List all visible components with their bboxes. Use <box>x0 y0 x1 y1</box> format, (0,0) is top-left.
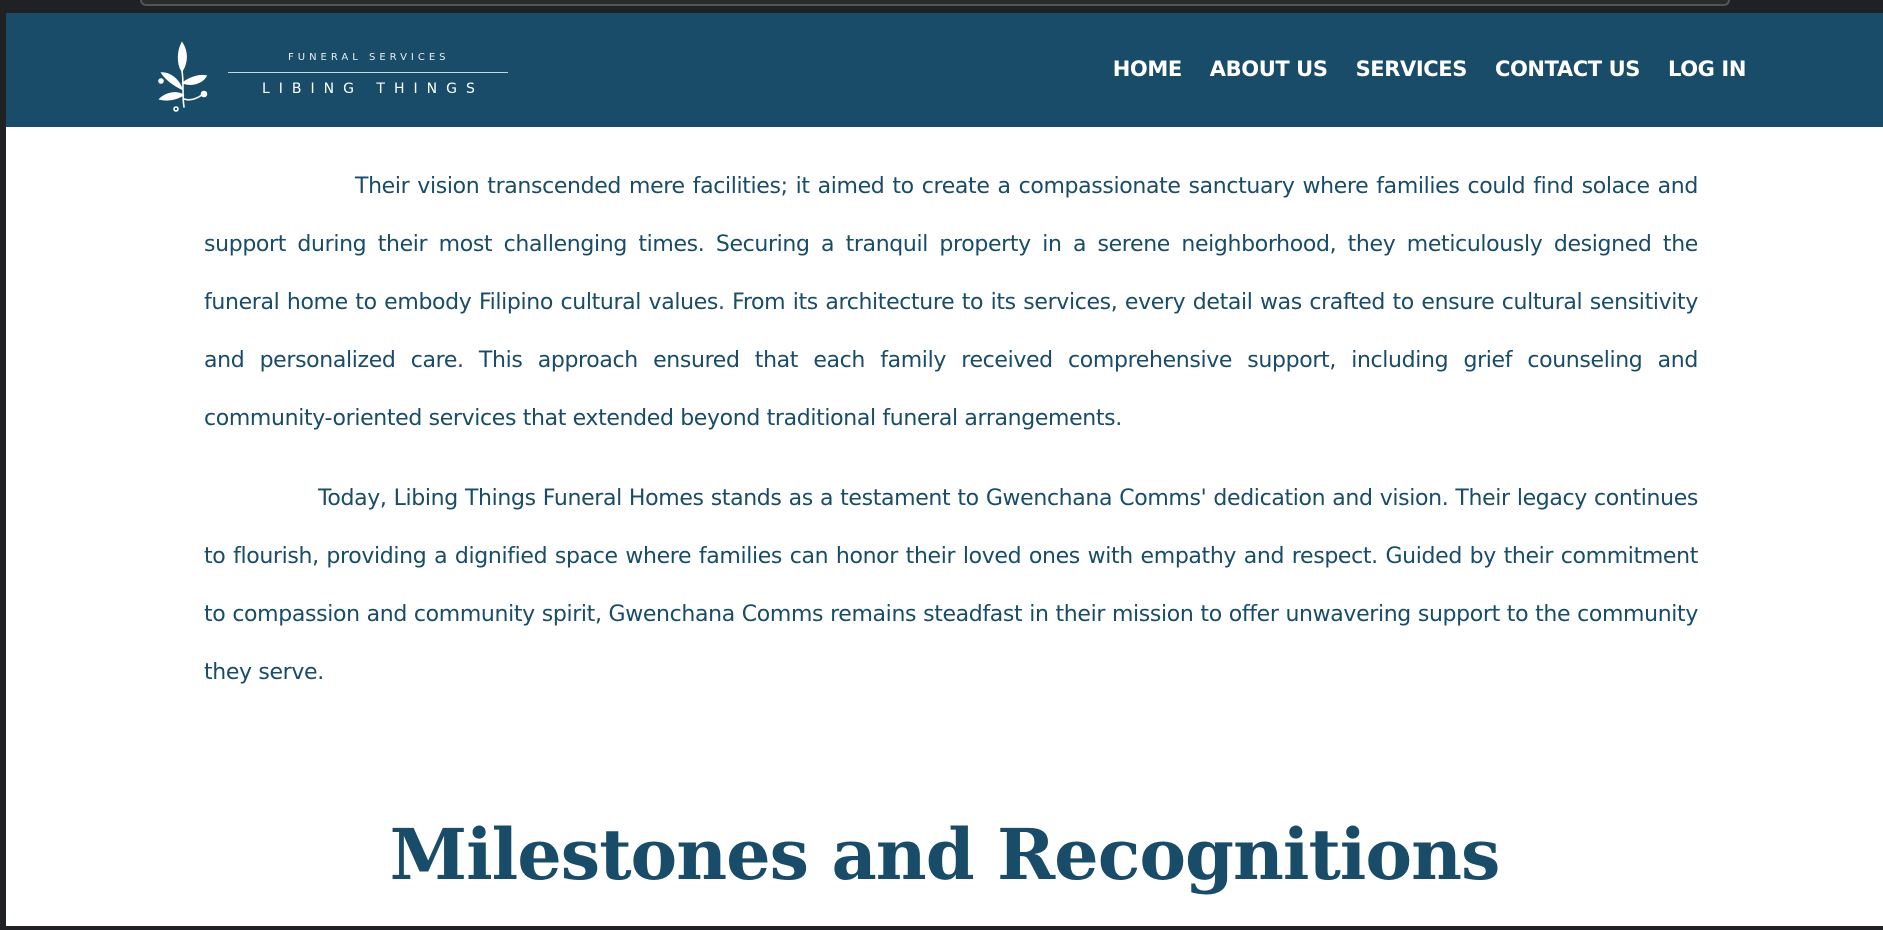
brand-tagline: FUNERAL SERVICES <box>288 52 450 63</box>
leaf-sprig-icon <box>158 41 208 112</box>
nav-contact-us[interactable]: CONTACT US <box>1495 57 1640 81</box>
section-heading: Milestones and Recognitions <box>389 813 1501 896</box>
brand-divider <box>228 72 508 73</box>
nav-log-in[interactable]: LOG IN <box>1668 57 1746 81</box>
main-navigation: HOME ABOUT US SERVICES CONTACT US LOG IN <box>1113 57 1747 81</box>
body-paragraph: Their vision transcended mere facilities… <box>204 174 1698 431</box>
site-header: FUNERAL SERVICES LIBING THINGS HOME ABOU… <box>6 13 1883 127</box>
brand-name: LIBING THINGS <box>262 81 484 97</box>
body-paragraph: Today, Libing Things Funeral Homes stand… <box>204 486 1698 685</box>
nav-home[interactable]: HOME <box>1113 57 1182 81</box>
nav-about-us[interactable]: ABOUT US <box>1210 57 1328 81</box>
browser-frame-edge <box>140 0 1730 6</box>
brand-logo[interactable]: FUNERAL SERVICES LIBING THINGS <box>144 33 509 113</box>
about-content: Their vision transcended mere facilities… <box>204 158 1698 724</box>
nav-services[interactable]: SERVICES <box>1356 57 1468 81</box>
page-viewport[interactable]: FUNERAL SERVICES LIBING THINGS HOME ABOU… <box>6 13 1883 926</box>
